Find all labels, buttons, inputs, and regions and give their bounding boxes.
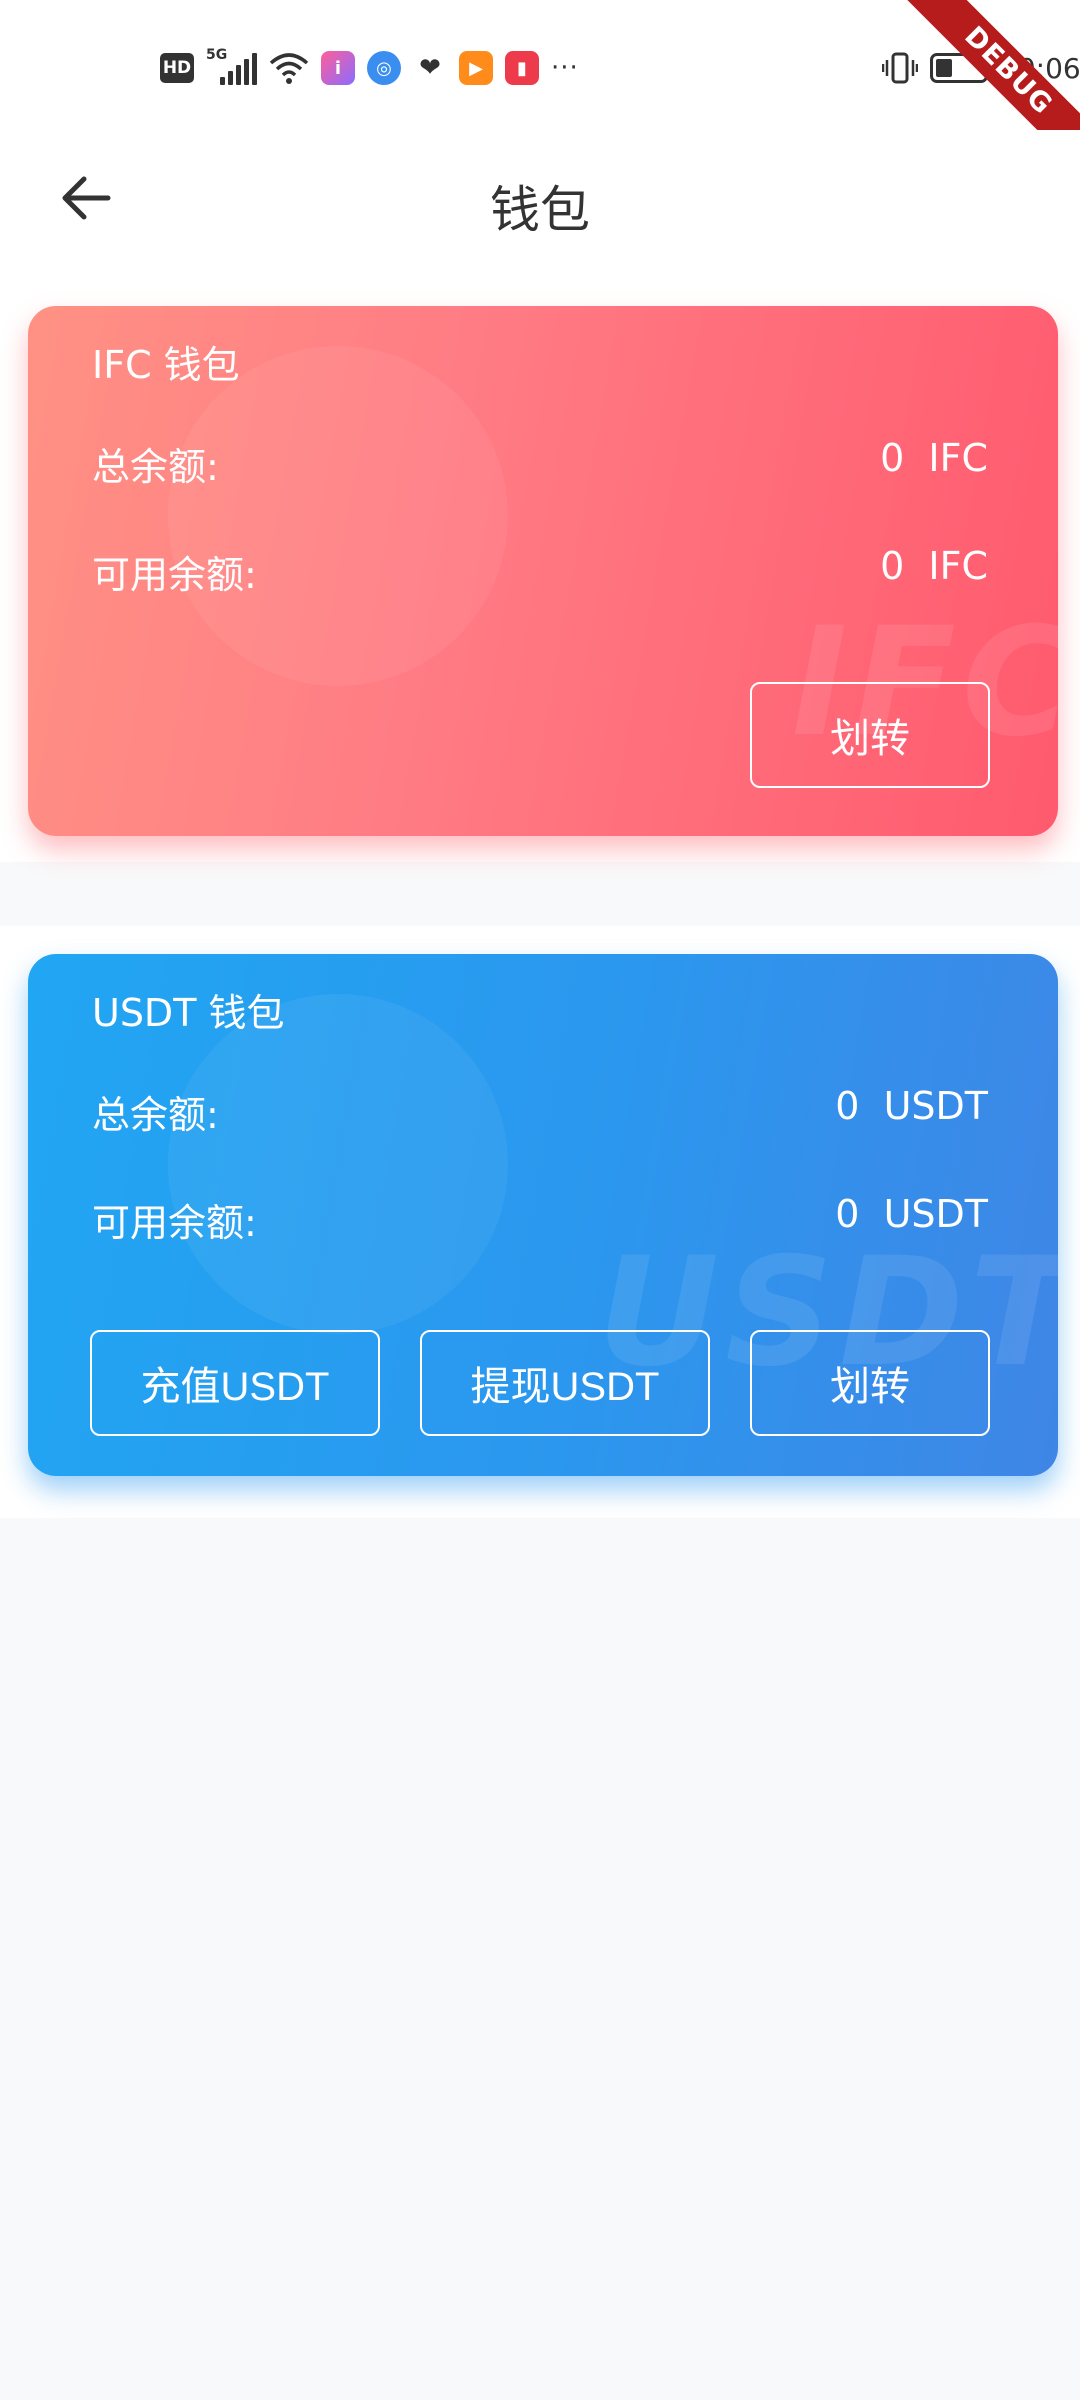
ifc-available-value: 0 IFC (880, 544, 988, 588)
app-bar: 钱包 (0, 130, 1080, 280)
usdt-total-value: 0 USDT (835, 1084, 988, 1128)
card-decoration (168, 994, 508, 1334)
status-bar: HD 5G i ◎ ❤ ▶ ▮ ··· 10:06 DEBUG (0, 0, 1080, 192)
vibrate-icon (882, 52, 918, 84)
network-type-label: 5G (206, 47, 228, 63)
card-decoration (168, 346, 508, 686)
usdt-transfer-button[interactable]: 划转 (750, 1330, 990, 1436)
signal-icon: 5G (206, 47, 257, 85)
page-title: 钱包 (490, 181, 590, 239)
usdt-deposit-button[interactable]: 充值USDT (90, 1330, 380, 1436)
reader-app-icon: ▮ (505, 51, 539, 85)
ifc-wallet-title: IFC 钱包 (92, 343, 240, 387)
ifc-wallet-card: IFC IFC 钱包 总余额: 0 IFC 可用余额: 0 IFC 划转 (28, 306, 1058, 836)
ifc-available-label: 可用余额: (92, 553, 257, 597)
wechat-icon: ❤ (419, 53, 441, 83)
hd-icon: HD (160, 53, 194, 83)
usdt-wallet-card: USDT USDT 钱包 总余额: 0 USDT 可用余额: 0 USDT 充值… (28, 954, 1058, 1476)
ifc-total-label: 总余额: (92, 445, 219, 489)
more-notifications-icon: ··· (551, 53, 579, 83)
video-app-icon: ▶ (459, 51, 493, 85)
usdt-available-value: 0 USDT (835, 1192, 988, 1236)
status-bar-left: HD 5G i ◎ ❤ ▶ ▮ ··· (160, 44, 579, 92)
ifc-transfer-button[interactable]: 划转 (750, 682, 990, 788)
usdt-total-label: 总余额: (92, 1093, 219, 1137)
wifi-icon (269, 53, 309, 84)
usdt-wallet-title: USDT 钱包 (92, 991, 285, 1035)
usdt-available-label: 可用余额: (92, 1201, 257, 1245)
ifc-total-value: 0 IFC (880, 436, 988, 480)
usdt-withdraw-button[interactable]: 提现USDT (420, 1330, 710, 1436)
wallet-screen: HD 5G i ◎ ❤ ▶ ▮ ··· 10:06 DEBUG 钱包 IFC I… (0, 0, 1080, 2400)
app-i-icon: i (321, 51, 355, 85)
browser-icon: ◎ (367, 51, 401, 85)
